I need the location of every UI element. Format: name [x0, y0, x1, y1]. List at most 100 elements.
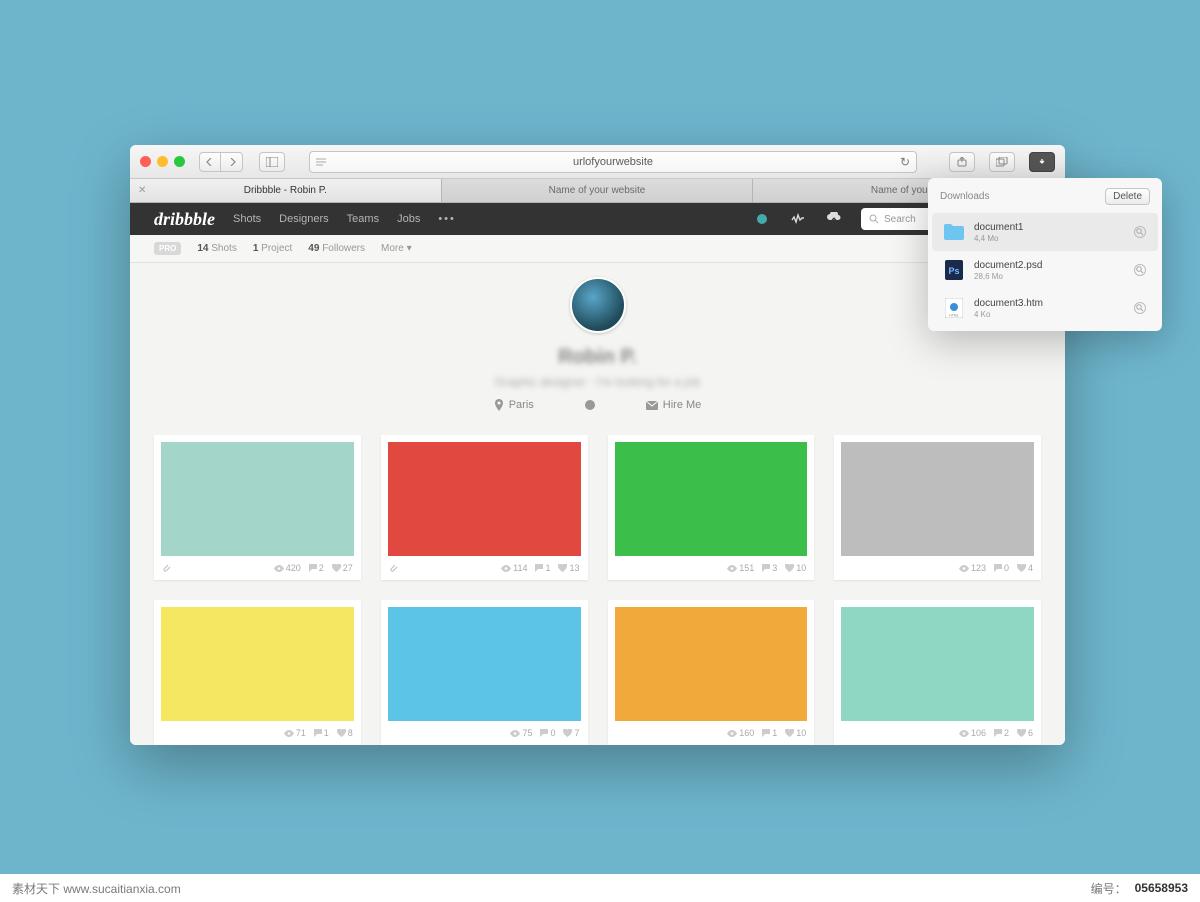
maximize-icon[interactable] — [174, 156, 185, 167]
tab-0[interactable]: ✕ Dribbble - Robin P. — [130, 179, 442, 202]
svg-text:HTML: HTML — [949, 314, 959, 318]
location[interactable]: Paris — [494, 399, 534, 411]
svg-text:Ps: Ps — [948, 266, 959, 276]
stat-more[interactable]: More ▾ — [381, 243, 412, 254]
file-size: 4,4 Mo — [974, 234, 1124, 243]
download-item[interactable]: Psdocument2.psd28,6 Mo — [932, 251, 1158, 289]
eye-icon — [501, 565, 511, 572]
heart-icon — [563, 729, 572, 737]
stat-shots[interactable]: 14 Shots — [197, 243, 236, 254]
pin-icon — [494, 399, 504, 411]
comment-icon — [309, 564, 317, 572]
reader-icon[interactable] — [316, 158, 326, 166]
shot-stats: 151310 — [608, 556, 815, 580]
globe-icon — [584, 399, 596, 411]
shot-card[interactable]: 10626 — [834, 600, 1041, 745]
tabs-button[interactable] — [989, 152, 1015, 172]
minimize-icon[interactable] — [157, 156, 168, 167]
reveal-in-finder-button[interactable] — [1134, 226, 1146, 238]
forward-button[interactable] — [221, 152, 243, 172]
content: Robin P. Graphic designer · I'm looking … — [130, 263, 1065, 745]
shot-card[interactable]: 7118 — [154, 600, 361, 745]
shot-card[interactable]: 160110 — [608, 600, 815, 745]
downloads-list: document14,4 MoPsdocument2.psd28,6 MoHTM… — [928, 213, 1162, 327]
toolbar-right — [941, 152, 1055, 172]
shot-card[interactable]: 420227 — [154, 435, 361, 580]
pro-badge: PRO — [154, 242, 181, 255]
likes: 4 — [1017, 563, 1033, 573]
downloads-button[interactable] — [1029, 152, 1055, 172]
shot-thumb — [841, 607, 1034, 721]
stat-followers[interactable]: 49 Followers — [308, 243, 365, 254]
comments: 1 — [535, 563, 550, 573]
back-button[interactable] — [199, 152, 221, 172]
comments: 2 — [994, 728, 1009, 738]
download-item[interactable]: HTMLdocument3.htm4 Ko — [932, 289, 1158, 327]
attachment-icon — [162, 564, 171, 573]
views: 151 — [727, 563, 754, 573]
file-name: document1 — [974, 222, 1124, 233]
upload-icon[interactable] — [825, 210, 843, 228]
shot-stats: 7507 — [381, 721, 588, 745]
share-button[interactable] — [949, 152, 975, 172]
comments: 2 — [309, 563, 324, 573]
sidebar-toggle-button[interactable] — [259, 152, 285, 172]
shot-card[interactable]: 12304 — [834, 435, 1041, 580]
website-link[interactable] — [584, 399, 596, 411]
site-nav: dribbble Shots Designers Teams Jobs ••• … — [130, 203, 1065, 235]
watermark-bar: 素材天下 www.sucaitianxia.com 编号： 05658953 — [0, 874, 1200, 902]
reload-icon[interactable]: ↻ — [900, 155, 910, 169]
reveal-in-finder-button[interactable] — [1134, 302, 1146, 314]
footer-site: 素材天下 www.sucaitianxia.com — [12, 880, 181, 897]
browser-window: urlofyourwebsite ↻ ✕ Dribbble - Robin P.… — [130, 145, 1065, 745]
heart-icon — [558, 564, 567, 572]
reveal-in-finder-button[interactable] — [1134, 264, 1146, 276]
nav-more-icon[interactable]: ••• — [438, 213, 456, 225]
globe-icon[interactable] — [753, 210, 771, 228]
download-item[interactable]: document14,4 Mo — [932, 213, 1158, 251]
shot-card[interactable]: 151310 — [608, 435, 815, 580]
shot-stats: 10626 — [834, 721, 1041, 745]
address-bar[interactable]: urlofyourwebsite ↻ — [309, 151, 917, 173]
likes: 13 — [558, 563, 579, 573]
nav-teams[interactable]: Teams — [347, 213, 379, 225]
close-icon[interactable] — [140, 156, 151, 167]
heart-icon — [1017, 564, 1026, 572]
shot-thumb — [615, 442, 808, 556]
nav-designers[interactable]: Designers — [279, 213, 329, 225]
nav-shots[interactable]: Shots — [233, 213, 261, 225]
nav-back-forward — [199, 152, 243, 172]
downloads-title: Downloads — [940, 191, 989, 202]
url-text: urlofyourwebsite — [573, 156, 653, 168]
comments: 1 — [314, 728, 329, 738]
profile-tagline: Graphic designer · I'm looking for a job — [130, 375, 1065, 389]
downloads-popover: Downloads Delete document14,4 Mo Ps docume… — [928, 178, 1162, 331]
nav-jobs[interactable]: Jobs — [397, 213, 420, 225]
logo[interactable]: dribbble — [154, 209, 215, 230]
views: 114 — [501, 563, 527, 573]
heart-icon — [785, 564, 794, 572]
shot-thumb — [615, 607, 808, 721]
heart-icon — [332, 564, 341, 572]
stat-projects[interactable]: 1 Project — [253, 243, 292, 254]
avatar[interactable] — [570, 277, 626, 333]
attachment-icon — [389, 564, 398, 573]
shot-stats: 114 1 13 — [381, 556, 588, 580]
file-name: document2.psd — [974, 260, 1124, 271]
shot-card[interactable]: 7507 — [381, 600, 588, 745]
likes: 10 — [785, 728, 806, 738]
close-tab-icon[interactable]: ✕ — [138, 185, 146, 196]
shot-card[interactable]: 114 1 13 — [381, 435, 588, 580]
tab-1[interactable]: Name of your website — [442, 179, 754, 202]
traffic-lights — [140, 156, 185, 167]
footer-id: 05658953 — [1135, 881, 1188, 895]
likes: 6 — [1017, 728, 1033, 738]
file-icon: Ps — [944, 258, 964, 282]
likes: 7 — [563, 728, 579, 738]
comment-icon — [540, 729, 548, 737]
hire-me-button[interactable]: Hire Me — [646, 399, 702, 411]
activity-icon[interactable] — [789, 210, 807, 228]
shot-thumb — [388, 607, 581, 721]
delete-button[interactable]: Delete — [1105, 188, 1150, 205]
stats-bar: PRO 14 Shots 1 Project 49 Followers More… — [130, 235, 1065, 263]
